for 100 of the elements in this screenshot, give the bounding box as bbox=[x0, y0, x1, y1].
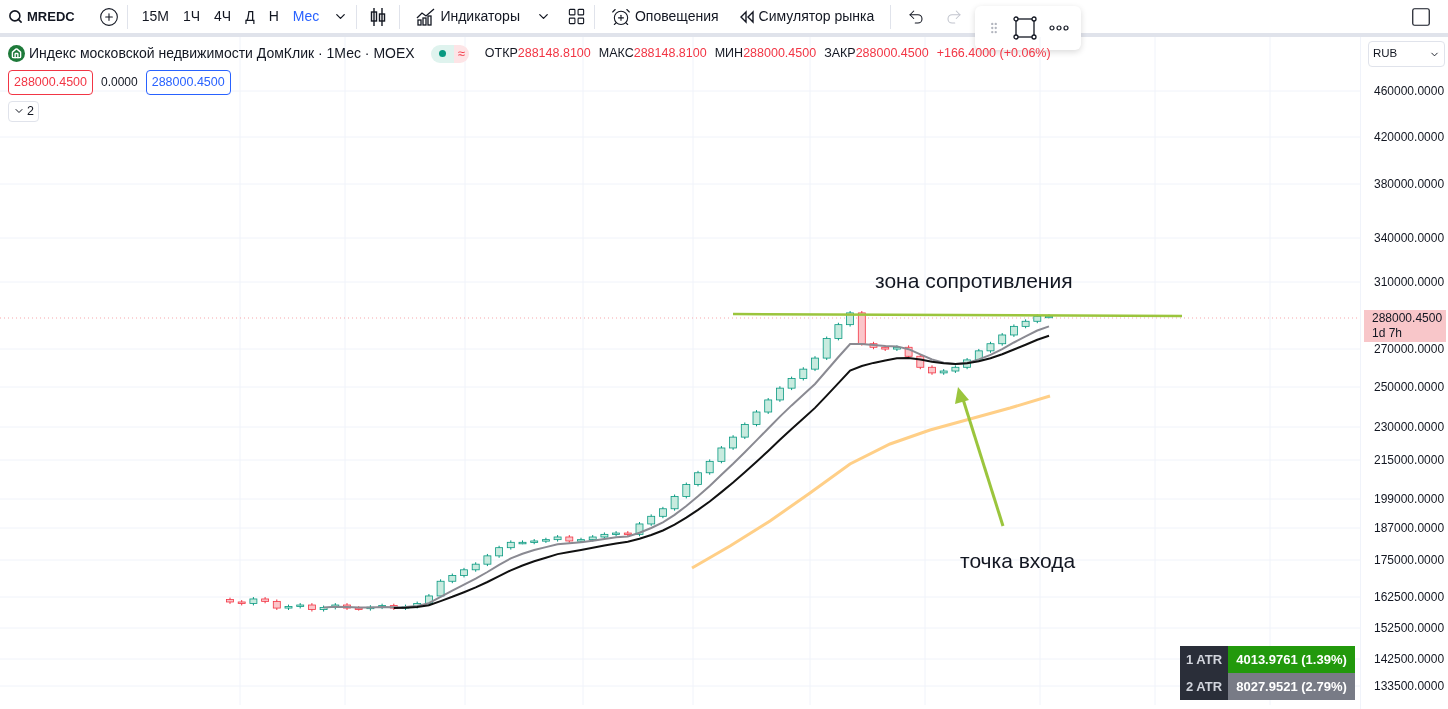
price-change: +166.4000 (+0.06%) bbox=[936, 45, 1051, 63]
indicators-button[interactable]: Индикаторы bbox=[408, 6, 528, 27]
ohlc-value: МИН288000.4500 bbox=[714, 45, 817, 63]
window-icon[interactable] bbox=[1410, 5, 1432, 28]
candle bbox=[694, 470, 702, 487]
candle bbox=[542, 537, 550, 544]
sell-button[interactable]: 288000.4500 bbox=[8, 70, 93, 95]
alerts-button[interactable]: Оповещения bbox=[602, 6, 727, 27]
rewind-icon bbox=[738, 9, 755, 24]
candle bbox=[881, 344, 890, 352]
candle bbox=[530, 538, 539, 545]
symbol-logo bbox=[8, 45, 25, 62]
undo-icon[interactable] bbox=[907, 7, 926, 26]
candle bbox=[717, 445, 726, 464]
candle bbox=[869, 341, 878, 350]
candle bbox=[308, 602, 316, 613]
candle bbox=[366, 604, 375, 612]
currency-select[interactable]: RUB bbox=[1368, 41, 1445, 67]
candle bbox=[460, 567, 468, 578]
chart-icon bbox=[416, 7, 437, 26]
legend-title[interactable]: Индекс московской недвижимости ДомКлик · 1Мес · MOEX bbox=[29, 43, 415, 64]
candle bbox=[822, 336, 831, 361]
candle bbox=[319, 605, 328, 613]
candle bbox=[612, 530, 620, 537]
price-label: 250000.0000 bbox=[1374, 380, 1445, 394]
ohlc-value: ЗАКР288000.4500 bbox=[824, 45, 929, 63]
candle bbox=[787, 376, 796, 391]
price-label: 460000.0000 bbox=[1374, 84, 1445, 98]
price-label: 310000.0000 bbox=[1374, 275, 1445, 289]
price-label: 340000.0000 bbox=[1374, 231, 1445, 245]
search-icon[interactable] bbox=[8, 9, 23, 24]
candle bbox=[471, 561, 480, 573]
candle bbox=[296, 602, 305, 609]
candle bbox=[659, 506, 667, 519]
candle bbox=[752, 409, 761, 427]
interval-tab[interactable]: 1Ч bbox=[176, 2, 207, 31]
candle bbox=[506, 539, 515, 551]
price-label: 215000.0000 bbox=[1374, 453, 1445, 467]
candle bbox=[1021, 318, 1030, 329]
candle bbox=[635, 521, 644, 537]
atr-label: 2 ATR bbox=[1180, 673, 1228, 700]
candle bbox=[928, 364, 936, 376]
price-label: 199000.0000 bbox=[1374, 492, 1445, 506]
more-icon[interactable] bbox=[1049, 25, 1070, 31]
candle bbox=[226, 597, 234, 605]
layout-icon[interactable] bbox=[566, 7, 586, 26]
candle bbox=[588, 534, 597, 543]
price-label: 142500.0000 bbox=[1374, 652, 1445, 666]
candle bbox=[811, 355, 819, 372]
candles-icon[interactable] bbox=[369, 6, 388, 27]
chart-annotation: точка входа bbox=[960, 548, 1076, 574]
price-label: 175000.0000 bbox=[1374, 553, 1445, 567]
candle bbox=[647, 513, 656, 527]
atr-value: 8027.9521 (2.79%) bbox=[1228, 673, 1355, 700]
candle bbox=[565, 534, 574, 544]
price-label: 152500.0000 bbox=[1374, 621, 1445, 635]
candle bbox=[939, 368, 948, 376]
candle bbox=[740, 422, 749, 440]
candle bbox=[483, 553, 492, 567]
candle bbox=[389, 603, 398, 611]
rectangle-icon[interactable] bbox=[1013, 16, 1038, 40]
candle bbox=[893, 344, 901, 352]
candle bbox=[904, 344, 913, 359]
candle bbox=[623, 530, 632, 537]
candle bbox=[448, 573, 457, 584]
symbol-name[interactable]: MREDC bbox=[27, 6, 75, 27]
candle bbox=[799, 366, 808, 381]
candle bbox=[705, 458, 714, 476]
candle bbox=[857, 310, 866, 347]
candle bbox=[776, 385, 784, 403]
buy-button[interactable]: 288000.4500 bbox=[145, 70, 231, 95]
candle bbox=[963, 357, 971, 370]
candle bbox=[272, 598, 281, 611]
candle bbox=[916, 353, 925, 370]
bar-countdown: 1d 7h bbox=[1372, 326, 1404, 341]
ohlc-value: МАКС288148.8100 bbox=[598, 45, 707, 63]
interval-tab[interactable]: 4Ч bbox=[208, 2, 238, 31]
candle bbox=[729, 434, 737, 451]
candle bbox=[600, 531, 609, 540]
candle bbox=[682, 482, 691, 499]
candle bbox=[331, 602, 340, 610]
interval-tab[interactable]: Мес bbox=[286, 2, 326, 31]
candle bbox=[425, 593, 433, 606]
candle bbox=[261, 596, 269, 604]
interval-tab[interactable]: Н bbox=[262, 2, 285, 31]
price-label: 270000.0000 bbox=[1374, 342, 1445, 356]
spread-value: 0.0000 bbox=[101, 74, 138, 92]
interval-tab[interactable]: Д bbox=[239, 2, 261, 31]
candle bbox=[553, 534, 562, 543]
chart-annotation: зона сопротивления bbox=[875, 268, 1073, 294]
candle bbox=[764, 397, 773, 415]
add-symbol-icon[interactable] bbox=[98, 6, 119, 27]
candle bbox=[577, 537, 585, 544]
indicators-toggle[interactable]: 2 bbox=[8, 100, 39, 122]
replay-button[interactable]: Симулятор рынка bbox=[730, 6, 883, 27]
candle bbox=[1010, 323, 1018, 338]
price-label: 187000.0000 bbox=[1374, 521, 1445, 535]
candle bbox=[378, 603, 386, 610]
interval-tab[interactable]: 15М bbox=[135, 2, 175, 31]
candle bbox=[284, 604, 293, 611]
